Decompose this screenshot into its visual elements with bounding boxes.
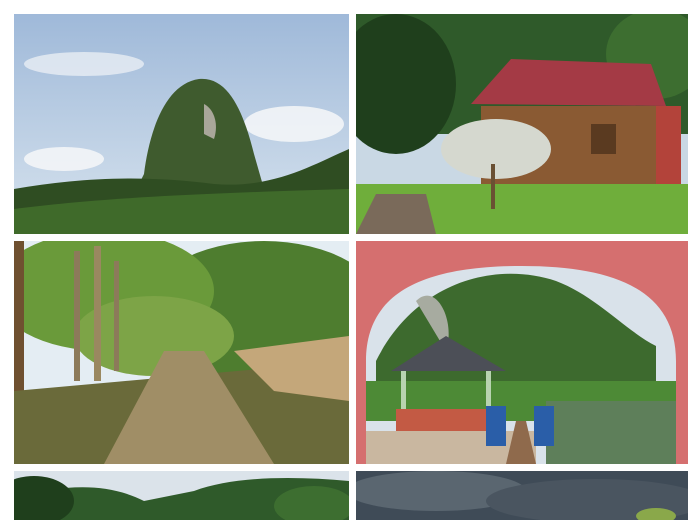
photo-limestone-hill [14, 14, 349, 234]
photo-forest-hills [14, 471, 349, 520]
photo-arch-gazebo [356, 241, 688, 464]
photo-cloudy-sky [356, 471, 688, 520]
photo-dirt-path [14, 241, 349, 464]
photo-chalet [356, 14, 688, 234]
